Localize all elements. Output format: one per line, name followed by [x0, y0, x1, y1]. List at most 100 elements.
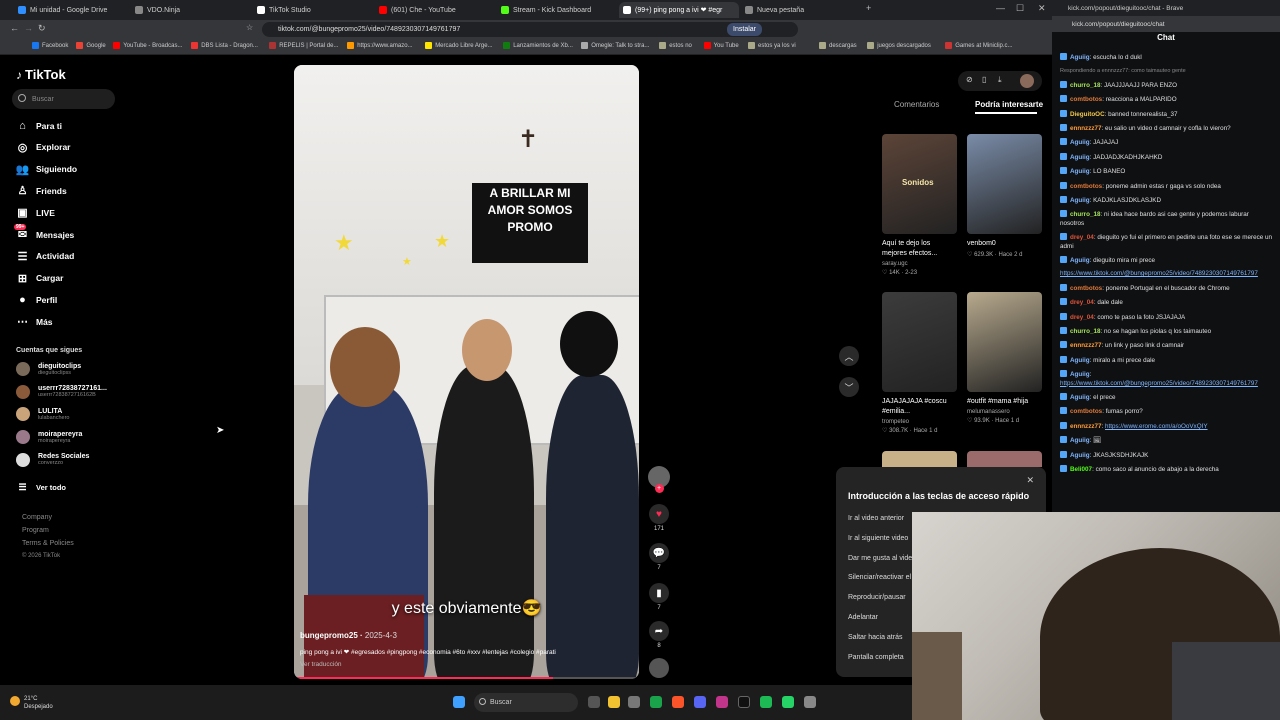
chat-username[interactable]: Aguiig [1070, 452, 1090, 459]
bookmark-item[interactable]: Lanzamientos de Xb... [503, 42, 573, 49]
following-account[interactable]: LULITA lulabanchero [16, 407, 70, 422]
nav-item-mensajes[interactable]: ✉ Mensajes 99+ [14, 224, 74, 241]
footer-terms[interactable]: Terms & Policies [22, 540, 74, 547]
browser-tab-active[interactable]: (99+) ping pong a ivi ❤ #egr [619, 2, 739, 18]
chat-username[interactable]: Aguiig [1070, 197, 1090, 204]
chat-username[interactable]: drey_04 [1070, 234, 1094, 241]
chat-username[interactable]: drey_04 [1070, 314, 1094, 321]
nav-item-más[interactable]: ⋯ Más [16, 315, 53, 328]
browser-tab[interactable]: (601) Che - YouTube [375, 2, 495, 18]
see-all-link[interactable]: ☰ Ver todo [16, 481, 66, 494]
chat-username[interactable]: Aguiig [1070, 168, 1090, 175]
reload-icon[interactable]: ↻ [38, 23, 46, 34]
task-view-icon[interactable] [588, 696, 600, 708]
chat-username[interactable]: Aguiig [1070, 437, 1090, 444]
follow-plus-icon[interactable]: + [654, 484, 664, 493]
chat-link[interactable]: https://www.erome.com/a/oOoVxQIY [1105, 423, 1208, 430]
bookmark-item[interactable]: descargas [819, 42, 857, 49]
bookmark-item[interactable]: Google [76, 42, 106, 49]
search-input[interactable]: Buscar [12, 89, 115, 109]
store-icon[interactable] [628, 696, 640, 708]
chat-username[interactable]: drey_04 [1070, 299, 1094, 306]
spotify-icon[interactable] [760, 696, 772, 708]
following-account[interactable]: Redes Sociales converzzo [16, 452, 89, 467]
chat-username[interactable]: Aguiig [1070, 54, 1090, 61]
browser-tab[interactable]: Stream - Kick Dashboard [497, 2, 617, 18]
following-account[interactable]: moirapereyra moirapereyra [16, 430, 82, 445]
tiktok-icon[interactable] [738, 696, 750, 708]
chat-username[interactable]: DieguitoOC [1070, 111, 1105, 118]
save-button[interactable]: ▮ 7 [648, 583, 670, 611]
video-player[interactable]: ✝ A BRILLAR MI AMOR SOMOS PROMO ★ ★ ★ y … [294, 65, 639, 679]
chat-username[interactable]: ennnzzz77 [1070, 423, 1102, 430]
bookmark-item[interactable]: Facebook [32, 42, 68, 49]
chat-username[interactable]: comtbotos [1070, 183, 1102, 190]
chat-username[interactable]: Aguiig [1070, 394, 1090, 401]
chat-username[interactable]: churro_18 [1070, 211, 1100, 218]
close-icon[interactable]: ✕ [1026, 475, 1034, 486]
chat-link[interactable]: https://www.tiktok.com/@bungepromo25/vid… [1060, 380, 1258, 387]
nav-item-live[interactable]: ▣ LIVE [16, 206, 55, 219]
nav-item-cargar[interactable]: ⊞ Cargar [16, 272, 64, 285]
following-account[interactable]: dieguitoclips dieguitoclipss [16, 362, 81, 376]
obs-icon[interactable] [804, 696, 816, 708]
brave-icon[interactable] [672, 696, 684, 708]
tiktok-logo[interactable]: ♪ TikTok [16, 67, 66, 82]
nav-item-friends[interactable]: ♙ Friends [16, 184, 67, 197]
instagram-icon[interactable] [716, 696, 728, 708]
chat-username[interactable]: Aguiig [1070, 357, 1090, 364]
nav-item-siguiendo[interactable]: 👥 Siguiendo [16, 163, 77, 176]
translate-link[interactable]: Ver traducción [300, 661, 342, 668]
kick-url-field[interactable]: kick.com/popout/dieguitooc/chat [1052, 16, 1280, 32]
tab-comments[interactable]: Comentarios [894, 100, 939, 109]
music-disc-button[interactable] [648, 658, 670, 678]
explorer-icon[interactable] [608, 696, 620, 708]
video-author[interactable]: bungepromo25 · 2025-4-3 [300, 631, 397, 640]
bookmark-item[interactable]: YouTube - Broadcas... [113, 42, 182, 49]
nav-item-para-ti[interactable]: ⌂ Para ti [16, 119, 62, 132]
bookmark-item[interactable]: DBS Lista - Dragon... [191, 42, 258, 49]
next-video-button[interactable]: ﹀ [839, 377, 859, 397]
forward-icon[interactable]: → [24, 23, 33, 33]
share-button[interactable]: ➦ 8 [648, 621, 670, 649]
chat-username[interactable]: Aguiig [1070, 139, 1090, 146]
download-icon[interactable]: ⤓ [998, 75, 1002, 85]
video-thumbnail[interactable] [967, 451, 1042, 467]
video-thumbnail[interactable] [882, 451, 957, 467]
footer-program[interactable]: Program [22, 527, 49, 534]
comment-button[interactable]: 💬 7 [648, 543, 670, 571]
minimize-icon[interactable]: — [996, 3, 1005, 13]
browser-tab[interactable]: Mi unidad - Google Drive [14, 2, 129, 18]
bookmark-item[interactable]: You Tube [703, 42, 739, 49]
browser-tab[interactable]: VDO.Ninja [131, 2, 251, 18]
new-tab-icon[interactable]: + [866, 3, 871, 13]
chat-username[interactable]: Aguiig [1070, 257, 1090, 264]
discord-icon[interactable] [694, 696, 706, 708]
footer-company[interactable]: Company [22, 514, 52, 521]
coins-icon[interactable]: ⊘ [966, 75, 973, 84]
bookmark-item[interactable]: Mercado Libre Arge... [425, 42, 493, 49]
device-icon[interactable]: ▯ [982, 75, 986, 84]
xbox-icon[interactable] [650, 696, 662, 708]
prev-video-button[interactable]: ︿ [839, 346, 859, 366]
bookmark-item[interactable]: estos ya los vi [748, 42, 796, 49]
close-icon[interactable]: ✕ [1038, 3, 1046, 14]
url-field[interactable]: tiktok.com/@bungepromo25/video/748923030… [262, 22, 798, 37]
suggested-video-card[interactable]: #outfit #mama #hija melumanassero ♡ 93.9K … [967, 292, 1042, 424]
weather-widget[interactable]: 21°C Despejado [10, 695, 53, 711]
install-button[interactable]: Instalar [727, 23, 762, 36]
suggested-video-card[interactable]: venbom0 ♡ 629.3K · Hace 2 d [967, 134, 1042, 258]
browser-tab[interactable]: Nueva pestaña [741, 2, 861, 18]
chat-username[interactable]: comtbotos [1070, 285, 1102, 292]
nav-item-actividad[interactable]: ☰ Actividad [16, 250, 75, 263]
chat-username[interactable]: churro_18 [1070, 82, 1100, 89]
chat-username[interactable]: Beli007 [1070, 466, 1092, 473]
taskbar-search[interactable]: Buscar [474, 693, 578, 712]
chat-username[interactable]: comtbotos [1070, 96, 1102, 103]
tab-interest[interactable]: Podría interesarte [975, 100, 1043, 109]
video-progress[interactable] [294, 677, 639, 679]
chat-username[interactable]: ennnzzz77 [1070, 342, 1102, 349]
suggested-video-card[interactable]: Sonidos Aquí te dejo los mejores efectos.… [882, 134, 957, 276]
bookmark-item[interactable]: Omegle: Talk to stra... [581, 42, 649, 49]
nav-item-explorar[interactable]: ◎ Explorar [16, 141, 71, 154]
